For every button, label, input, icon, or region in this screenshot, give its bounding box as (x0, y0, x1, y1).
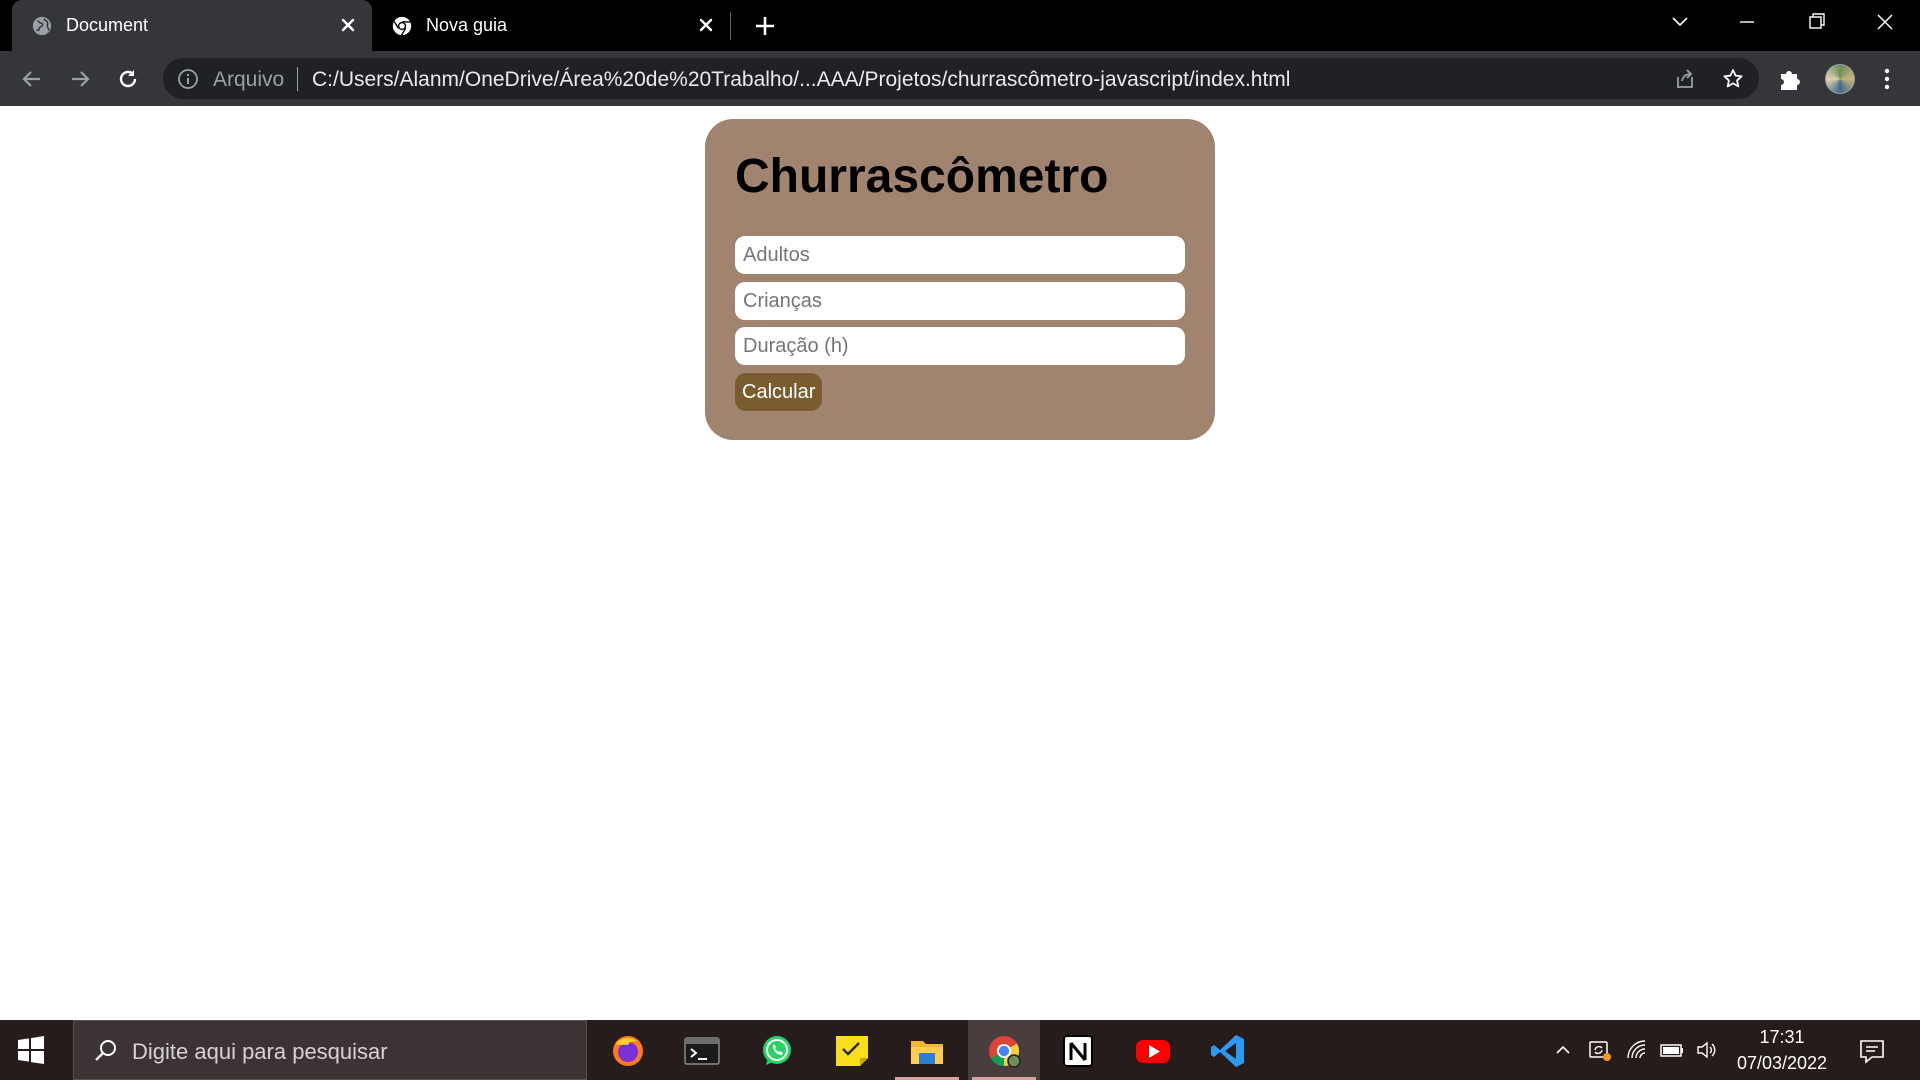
whatsapp-icon (763, 1036, 791, 1065)
wifi-icon[interactable] (1625, 1038, 1649, 1062)
scheme-label: Arquivo (213, 68, 285, 91)
share-icon[interactable] (1673, 67, 1697, 91)
show-hidden-icons-chevron[interactable] (1551, 1038, 1575, 1062)
taskbar-app-sticky-notes[interactable] (816, 1020, 888, 1080)
url-text[interactable]: C:/Users/Alanm/OneDrive/Área%20de%20Trab… (312, 68, 1290, 92)
clock-time[interactable]: 17:31 (1742, 1027, 1822, 1048)
address-divider (297, 67, 298, 91)
taskbar-app-whatsapp[interactable] (741, 1020, 813, 1080)
address-bar[interactable]: Arquivo C:/Users/Alanm/OneDrive/Área%20d… (163, 58, 1759, 99)
globe-icon (32, 16, 52, 36)
churrascometro-card: Churrascômetro Calcular (705, 119, 1215, 440)
back-icon[interactable] (18, 65, 46, 93)
extensions-puzzle-icon[interactable] (1776, 65, 1804, 93)
adults-input[interactable] (735, 236, 1185, 274)
profile-avatar[interactable] (1825, 64, 1855, 94)
battery-icon[interactable] (1660, 1038, 1684, 1062)
chrome-icon (392, 16, 412, 36)
chrome-icon (989, 1036, 1021, 1068)
clock-date[interactable]: 07/03/2022 (1730, 1053, 1834, 1074)
calculate-button[interactable]: Calcular (735, 373, 823, 411)
volume-icon[interactable] (1695, 1038, 1719, 1062)
minimize-icon[interactable] (1729, 8, 1765, 36)
taskbar-app-chrome[interactable] (968, 1020, 1040, 1080)
info-icon[interactable] (177, 68, 199, 90)
close-tab-icon[interactable] (336, 13, 360, 37)
notion-icon (1063, 1035, 1093, 1067)
new-tab-icon[interactable] (750, 11, 780, 41)
tab-title: Nova guia (426, 15, 508, 35)
tab-divider (730, 12, 731, 40)
browser-tabstrip: Document Nova guia (0, 0, 1920, 51)
firefox-icon (613, 1036, 643, 1066)
duration-input[interactable] (735, 327, 1185, 365)
reload-icon[interactable] (114, 65, 142, 93)
bookmark-star-icon[interactable] (1721, 67, 1745, 91)
file-explorer-icon (911, 1041, 943, 1064)
windows-taskbar: Digite aqui para pesquisar 17:31 07/03/2… (0, 1020, 1920, 1080)
menu-kebab-icon[interactable] (1873, 65, 1901, 93)
sticky-notes-icon (836, 1036, 868, 1066)
search-placeholder: Digite aqui para pesquisar (132, 1039, 388, 1064)
restore-icon[interactable] (1798, 8, 1834, 36)
forward-icon[interactable] (66, 65, 94, 93)
taskbar-app-file-explorer[interactable] (891, 1020, 963, 1080)
close-window-icon[interactable] (1867, 8, 1903, 36)
notifications-icon[interactable] (1858, 1037, 1886, 1065)
vscode-icon (1211, 1035, 1244, 1067)
close-tab-icon[interactable] (694, 13, 718, 37)
taskbar-app-firefox[interactable] (592, 1020, 664, 1080)
sync-status-icon[interactable] (1588, 1038, 1612, 1062)
tab-document[interactable]: Document (12, 0, 372, 51)
tab-search-chevron-icon[interactable] (1662, 8, 1698, 36)
taskbar-app-notion[interactable] (1042, 1020, 1114, 1080)
tab-nova-guia[interactable]: Nova guia (372, 0, 730, 51)
search-icon (95, 1040, 116, 1061)
tab-title: Document (66, 15, 149, 35)
taskbar-app-terminal[interactable] (666, 1020, 738, 1080)
terminal-icon (684, 1037, 720, 1065)
taskbar-app-vscode[interactable] (1192, 1020, 1264, 1080)
taskbar-app-youtube[interactable] (1117, 1020, 1189, 1080)
children-input[interactable] (735, 282, 1185, 320)
windows-start-icon[interactable] (16, 1035, 46, 1065)
taskbar-search[interactable]: Digite aqui para pesquisar (73, 1020, 587, 1080)
page-title: Churrascômetro (735, 150, 1109, 203)
browser-toolbar: Arquivo C:/Users/Alanm/OneDrive/Área%20d… (0, 51, 1920, 106)
youtube-icon (1136, 1040, 1170, 1063)
